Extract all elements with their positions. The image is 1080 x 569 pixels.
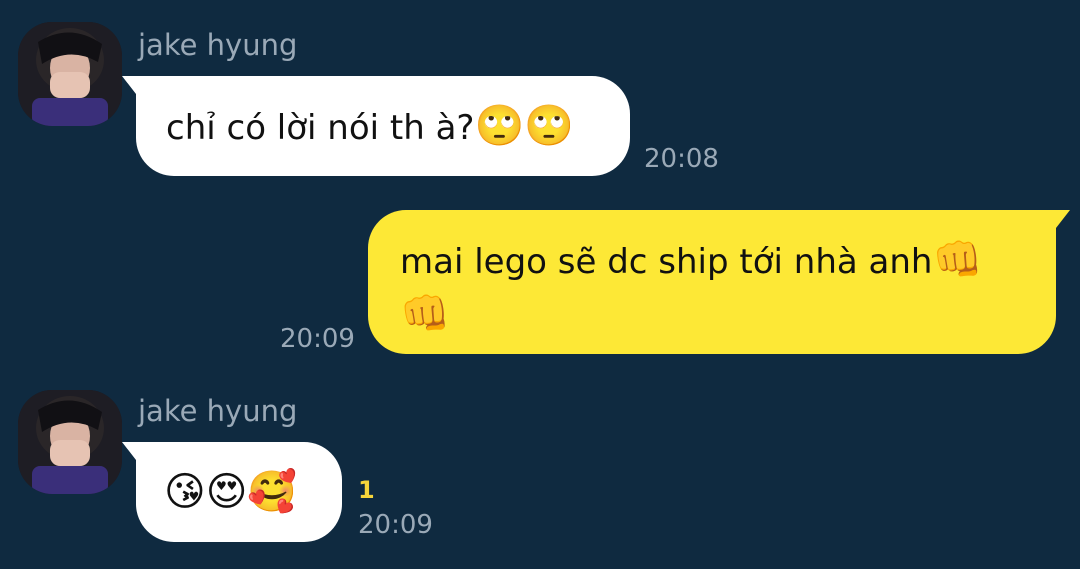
bubble-tail: [122, 442, 136, 460]
message-text: chỉ có lời nói th à?: [166, 108, 475, 148]
bubble-tail: [1056, 210, 1070, 228]
sender-name: jake hyung: [138, 28, 298, 62]
message-bubble-incoming[interactable]: chỉ có lời nói th à?🙄🙄: [122, 76, 630, 176]
fist-bump-emoji: 👊: [400, 291, 450, 337]
sender-avatar[interactable]: [18, 22, 122, 126]
message-bubble-incoming[interactable]: 😘😍🥰: [122, 442, 342, 542]
unread-count-badge: 1: [358, 476, 375, 504]
message-time: 20:08: [644, 144, 719, 174]
love-emojis: 😘😍🥰: [164, 469, 298, 515]
message-time: 20:09: [358, 510, 433, 540]
eye-roll-emoji: 🙄🙄: [474, 103, 575, 149]
sender-name: jake hyung: [138, 394, 298, 428]
message-text: mai lego sẽ dc ship tới nhà anh: [400, 242, 933, 282]
fist-bump-emoji: 👊: [932, 237, 983, 283]
profile-photo-icon: [18, 22, 122, 126]
sender-avatar[interactable]: [18, 390, 122, 494]
profile-photo-icon: [18, 390, 122, 494]
message-bubble-outgoing[interactable]: mai lego sẽ dc ship tới nhà anh👊 👊: [368, 210, 1070, 354]
bubble-tail: [122, 76, 136, 94]
message-time: 20:09: [280, 324, 355, 354]
